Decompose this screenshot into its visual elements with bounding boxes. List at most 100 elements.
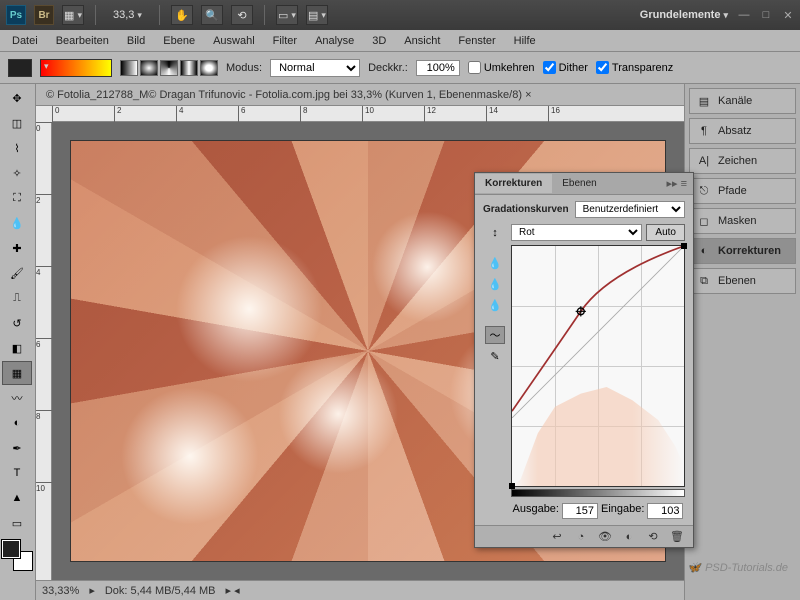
dither-checkbox[interactable]: Dither <box>543 61 588 74</box>
tab-korrekturen[interactable]: Korrekturen <box>475 174 552 193</box>
workspace-switcher[interactable]: Grundelemente <box>640 9 728 21</box>
brush-tool[interactable]: 🖌 <box>2 261 32 285</box>
angle-gradient-button[interactable] <box>160 60 178 76</box>
view-icon[interactable]: 👁 <box>597 530 613 544</box>
menu-filter[interactable]: Filter <box>265 32 305 50</box>
curves-preset-select[interactable]: Benutzerdefiniert <box>575 201 685 218</box>
color-swatches[interactable] <box>2 540 32 570</box>
document-tab[interactable]: © Fotolia_212788_M© Dragan Trifunovic - … <box>36 84 684 106</box>
eyedropper-tool[interactable]: 💧 <box>2 211 32 235</box>
diamond-gradient-button[interactable] <box>200 60 218 76</box>
reset-icon[interactable]: ⟲ <box>645 530 661 544</box>
panel-label: Zeichen <box>718 155 757 167</box>
output-field[interactable] <box>562 503 598 519</box>
panel-korrekturen[interactable]: ◐Korrekturen <box>689 238 796 264</box>
black-eyedropper-icon[interactable]: 💧 <box>485 254 505 272</box>
window-arrange-button[interactable]: ▦ <box>62 5 84 25</box>
status-doc-info[interactable]: Dok: 5,44 MB/5,44 MB <box>105 585 216 597</box>
history-brush-tool[interactable]: ↺ <box>2 311 32 335</box>
opacity-field[interactable] <box>416 60 460 76</box>
move-tool[interactable]: ✥ <box>2 86 32 110</box>
menu-3d[interactable]: 3D <box>364 32 394 50</box>
return-icon[interactable]: ↩ <box>549 530 565 544</box>
panel-ebenen[interactable]: ⧉Ebenen <box>689 268 796 294</box>
healing-tool[interactable]: ✚ <box>2 236 32 260</box>
pen-tool[interactable]: ✒ <box>2 436 32 460</box>
menu-bearbeiten[interactable]: Bearbeiten <box>48 32 117 50</box>
minimize-icon[interactable]: — <box>738 9 750 21</box>
blend-mode-select[interactable]: Normal <box>270 59 360 77</box>
input-field[interactable] <box>647 503 683 519</box>
menu-ebene[interactable]: Ebene <box>155 32 203 50</box>
lay-icon: ⧉ <box>696 274 712 288</box>
white-point-handle[interactable] <box>681 243 687 249</box>
gray-eyedropper-icon[interactable]: 💧 <box>485 275 505 293</box>
curves-adjustment-panel[interactable]: Korrekturen Ebenen ▸▸ ≡ Gradationskurven… <box>474 172 694 548</box>
white-eyedropper-icon[interactable]: 💧 <box>485 296 505 314</box>
marquee-tool[interactable]: ◫ <box>2 111 32 135</box>
path-select-tool[interactable]: ▲ <box>2 486 32 510</box>
blur-tool[interactable]: 〰 <box>2 386 32 410</box>
stamp-tool[interactable]: ⎍ <box>2 286 32 310</box>
prev-state-icon[interactable]: ◐ <box>621 530 637 544</box>
panel-label: Korrekturen <box>718 245 781 257</box>
auto-button[interactable]: Auto <box>646 224 685 241</box>
bridge-icon[interactable]: Br <box>34 5 54 25</box>
input-gradient-slider[interactable] <box>511 489 685 497</box>
menu-hilfe[interactable]: Hilfe <box>506 32 544 50</box>
pencil-edit-icon[interactable]: ✎ <box>485 347 505 365</box>
clip-icon[interactable]: ◔ <box>573 530 589 544</box>
menu-auswahl[interactable]: Auswahl <box>205 32 263 50</box>
type-tool[interactable]: T <box>2 461 32 485</box>
panel-collapse-icon[interactable]: ▸▸ ≡ <box>660 177 693 190</box>
tab-ebenen[interactable]: Ebenen <box>552 174 606 193</box>
panel-zeichen[interactable]: A| Zeichen <box>689 148 796 174</box>
close-icon[interactable]: ✕ <box>782 9 794 21</box>
panel-kanäle[interactable]: ▤Kanäle <box>689 88 796 114</box>
gradient-picker[interactable] <box>40 59 112 77</box>
gradient-tool[interactable]: ▦ <box>2 361 32 385</box>
reverse-checkbox[interactable]: Umkehren <box>468 61 535 74</box>
char-icon: A| <box>696 154 712 168</box>
panel-absatz[interactable]: ¶Absatz <box>689 118 796 144</box>
mode-label: Modus: <box>226 62 262 74</box>
layers-icon: ▤ <box>696 94 712 108</box>
channel-select[interactable]: Rot <box>511 224 642 241</box>
panel-masken[interactable]: ◻Masken <box>689 208 796 234</box>
crop-tool[interactable]: ⛶ <box>2 186 32 210</box>
menu-ansicht[interactable]: Ansicht <box>396 32 448 50</box>
maximize-icon[interactable]: □ <box>760 9 772 21</box>
target-adjust-icon[interactable]: ↕ <box>485 224 505 242</box>
hand-tool-icon[interactable]: ✋ <box>171 5 193 25</box>
photoshop-icon[interactable]: Ps <box>6 5 26 25</box>
wand-tool[interactable]: ✧ <box>2 161 32 185</box>
menu-fenster[interactable]: Fenster <box>450 32 503 50</box>
status-zoom[interactable]: 33,33% <box>42 585 79 597</box>
screen-mode-button[interactable]: ▭ <box>276 5 298 25</box>
menu-bild[interactable]: Bild <box>119 32 153 50</box>
transparency-checkbox[interactable]: Transparenz <box>596 61 673 74</box>
gradient-tool-icon[interactable] <box>8 59 32 77</box>
panel-pfade[interactable]: ⎋Pfade <box>689 178 796 204</box>
menu-datei[interactable]: Datei <box>4 32 46 50</box>
curve-edit-icon[interactable]: 〜 <box>485 326 505 344</box>
zoom-level[interactable]: 33,3 <box>107 9 148 21</box>
reflected-gradient-button[interactable] <box>180 60 198 76</box>
eraser-tool[interactable]: ◧ <box>2 336 32 360</box>
curves-graph[interactable] <box>511 245 685 487</box>
linear-gradient-button[interactable] <box>120 60 138 76</box>
radial-gradient-button[interactable] <box>140 60 158 76</box>
shape-tool[interactable]: ▭ <box>2 511 32 535</box>
trash-icon[interactable]: 🗑 <box>669 530 685 544</box>
extras-button[interactable]: ▤ <box>306 5 328 25</box>
panel-label: Masken <box>718 215 757 227</box>
zoom-tool-icon[interactable]: 🔍 <box>201 5 223 25</box>
dodge-tool[interactable]: ◐ <box>2 411 32 435</box>
panel-footer: ↩ ◔ 👁 ◐ ⟲ 🗑 <box>475 525 693 547</box>
black-point-handle[interactable] <box>509 483 515 489</box>
lasso-tool[interactable]: ⌇ <box>2 136 32 160</box>
foreground-color[interactable] <box>2 540 20 558</box>
curve-path[interactable] <box>512 246 684 418</box>
rotate-view-icon[interactable]: ⟲ <box>231 5 253 25</box>
menu-analyse[interactable]: Analyse <box>307 32 362 50</box>
